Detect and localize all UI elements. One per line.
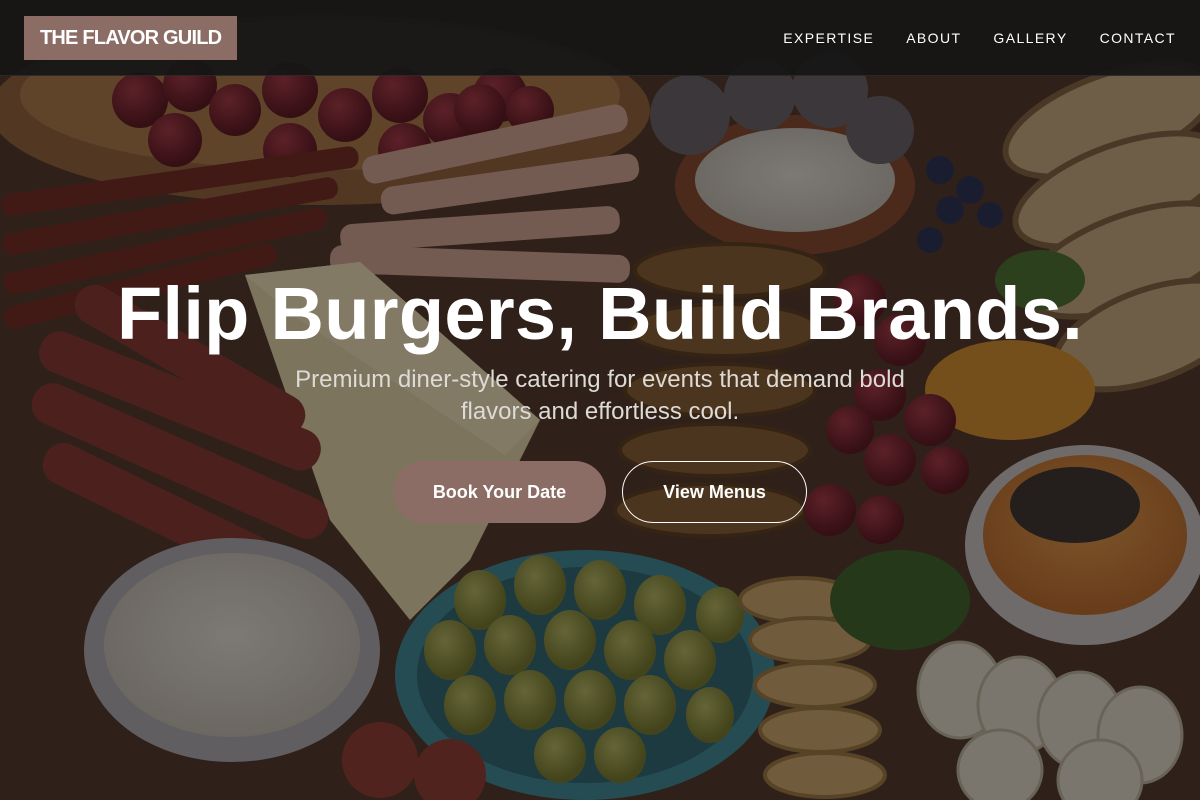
landing-page: THE FLAVOR GUILD EXPERTISE ABOUT GALLERY… bbox=[0, 0, 1200, 800]
book-your-date-button[interactable]: Book Your Date bbox=[393, 461, 606, 523]
nav-link-expertise[interactable]: EXPERTISE bbox=[783, 30, 874, 46]
hero-title: Flip Burgers, Build Brands. bbox=[116, 272, 1084, 355]
view-menus-button[interactable]: View Menus bbox=[622, 461, 807, 523]
main-nav: EXPERTISE ABOUT GALLERY CONTACT bbox=[783, 0, 1176, 76]
hero-actions: Book Your Date View Menus bbox=[0, 461, 1200, 523]
nav-link-about[interactable]: ABOUT bbox=[906, 30, 961, 46]
nav-link-gallery[interactable]: GALLERY bbox=[993, 30, 1067, 46]
brand-logo[interactable]: THE FLAVOR GUILD bbox=[24, 16, 238, 60]
nav-link-contact[interactable]: CONTACT bbox=[1100, 30, 1176, 46]
hero-subtitle: Premium diner-style catering for events … bbox=[295, 366, 905, 425]
hero-section: Flip Burgers, Build Brands. Premium dine… bbox=[0, 76, 1200, 800]
site-header: THE FLAVOR GUILD EXPERTISE ABOUT GALLERY… bbox=[0, 0, 1200, 76]
